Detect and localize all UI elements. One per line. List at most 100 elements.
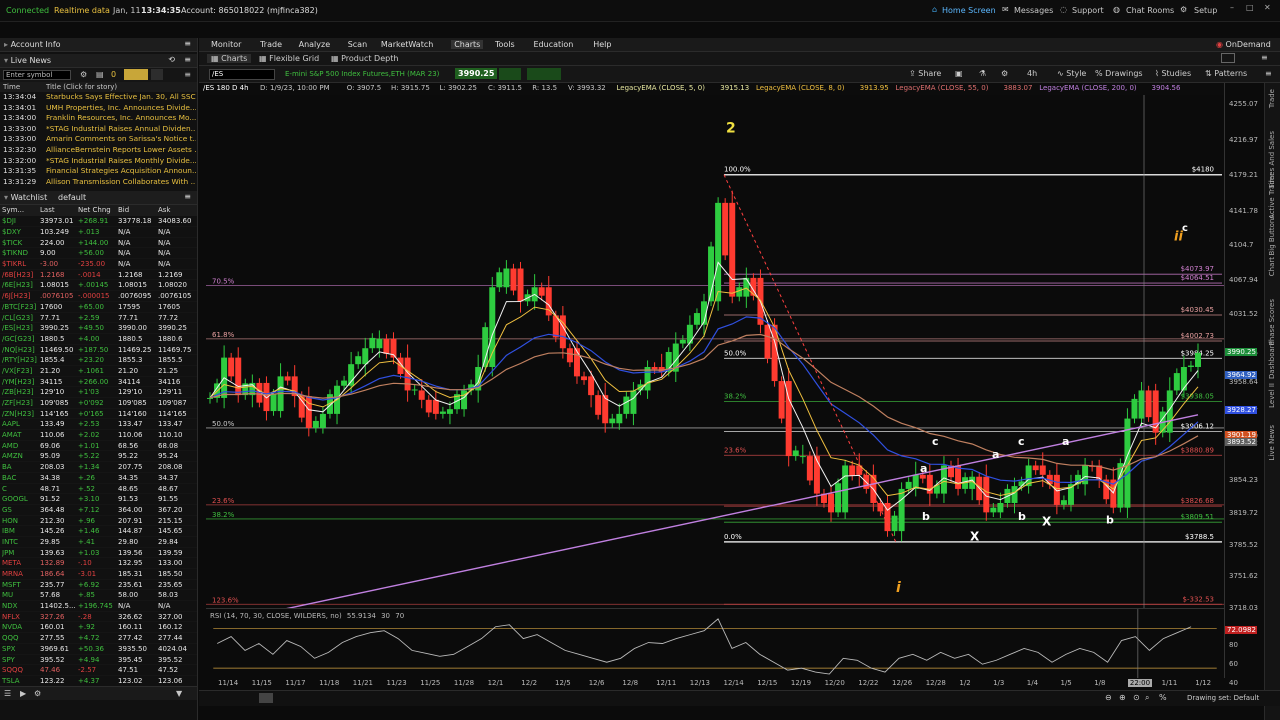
wave-label[interactable]: a: [1062, 435, 1069, 448]
support-link[interactable]: Support: [1072, 6, 1104, 15]
news-col-time[interactable]: Time: [3, 83, 20, 91]
candle[interactable]: [651, 366, 658, 370]
candle[interactable]: [376, 338, 383, 349]
watchlist-row[interactable]: NVDA 160.01 +.92 160.11 160.12: [0, 622, 197, 634]
candle[interactable]: [1124, 418, 1131, 508]
wave-label[interactable]: b: [1018, 510, 1026, 523]
rail-tab[interactable]: Level II: [1268, 383, 1276, 408]
candle[interactable]: [955, 465, 962, 489]
tab-flexible-grid[interactable]: ▦ Flexible Grid: [259, 54, 319, 63]
candle[interactable]: [446, 409, 453, 414]
candle[interactable]: [432, 399, 439, 414]
play-icon[interactable]: ▶: [20, 689, 26, 698]
watchlist-row[interactable]: JPM 139.63 +1.03 139.56 139.59: [0, 548, 197, 559]
wave-label[interactable]: 2: [726, 121, 736, 137]
watchlist-row[interactable]: $TIKND 9.00 +56.00 N/A N/A: [0, 248, 197, 260]
drawing-set-label[interactable]: Drawing set: Default: [1187, 694, 1259, 702]
candle[interactable]: [312, 420, 319, 428]
news-row[interactable]: 13:34:04 Starbucks Says Effective Jan. 30…: [0, 92, 197, 103]
candle[interactable]: [1011, 486, 1018, 503]
watchlist-row[interactable]: IBM 145.26 +1.46 144.87 145.65: [0, 526, 197, 537]
candle[interactable]: [1145, 390, 1152, 418]
candle[interactable]: [785, 381, 792, 457]
watchlist-row[interactable]: HON 212.30 +.96 207.91 215.15: [0, 516, 197, 527]
menu-icon[interactable]: ≡: [184, 70, 191, 79]
candle[interactable]: [1152, 390, 1159, 433]
wave-label[interactable]: a: [920, 462, 927, 475]
menu-icon[interactable]: ≡: [184, 192, 191, 201]
menu-education[interactable]: Education: [534, 40, 574, 49]
zoom-reset-icon[interactable]: ⌕: [1145, 693, 1149, 703]
candle[interactable]: [616, 413, 623, 424]
menu-analyze[interactable]: Analyze: [299, 40, 331, 49]
watchlist-row[interactable]: /ES[H23] 3990.25 +49.50 3990.00 3990.25: [0, 323, 197, 334]
wave-label[interactable]: c: [1018, 435, 1025, 448]
candle[interactable]: [284, 376, 291, 381]
candle[interactable]: [898, 488, 905, 532]
watchlist-row[interactable]: C 48.71 +.52 48.65 48.67: [0, 484, 197, 495]
menu-help[interactable]: Help: [593, 40, 611, 49]
watchlist-row[interactable]: GOOGL 91.52 +3.10 91.53 91.55: [0, 494, 197, 505]
zoom-in-icon[interactable]: ⊕: [1119, 693, 1126, 702]
watchlist-col-4[interactable]: Ask: [158, 206, 171, 214]
share-button[interactable]: ⇪ Share: [909, 69, 941, 78]
watchlist-row[interactable]: GS 364.48 +7.12 364.00 367.20: [0, 505, 197, 516]
gear-icon[interactable]: ⚙: [1001, 69, 1008, 78]
watchlist-row[interactable]: AMD 69.06 +1.01 68.56 68.08: [0, 441, 197, 452]
menu-trade[interactable]: Trade: [260, 40, 282, 49]
percent-icon[interactable]: %: [1159, 693, 1167, 702]
candle[interactable]: [489, 287, 496, 367]
candle[interactable]: [1195, 352, 1201, 367]
wave-label[interactable]: X: [1042, 514, 1052, 528]
news-col-title[interactable]: Title (Click for story): [46, 83, 117, 91]
watchlist-row[interactable]: /ZF[H23] 109'085 +0'092 109'085 109'087: [0, 398, 197, 409]
chat-rooms-link[interactable]: Chat Rooms: [1126, 6, 1174, 15]
watchlist-row[interactable]: MSFT 235.77 +6.92 235.61 235.65: [0, 580, 197, 591]
support-icon[interactable]: ◌: [1060, 5, 1067, 14]
watchlist-row[interactable]: INTC 29.85 +.41 29.80 29.84: [0, 537, 197, 548]
flask-icon[interactable]: ⚗: [979, 69, 986, 78]
account-info-header[interactable]: ▸ Account Info ≡: [0, 38, 197, 52]
scroll-handle[interactable]: [259, 693, 273, 703]
ondemand-button[interactable]: ◉ OnDemand: [1216, 40, 1271, 49]
patterns-button[interactable]: ⇅ Patterns: [1205, 69, 1247, 78]
watchlist-row[interactable]: /6J[H23] .0076105 -.000015 .0076095 .0076105: [0, 291, 197, 302]
gear-icon[interactable]: ⚙: [1180, 5, 1187, 14]
menu-monitor[interactable]: Monitor: [211, 40, 241, 49]
rail-tab[interactable]: Trade: [1268, 89, 1276, 108]
studies-button[interactable]: ⌇ Studies: [1155, 69, 1191, 78]
tab-charts[interactable]: ▦ Charts: [207, 54, 252, 63]
watchlist-row[interactable]: SPX 3969.61 +50.36 3935.50 4024.04: [0, 644, 197, 655]
watchlist-header[interactable]: ▾ Watchlist default ≡: [0, 191, 197, 206]
candle[interactable]: [686, 324, 693, 344]
candle[interactable]: [263, 382, 270, 412]
watchlist-row[interactable]: $TICK 224.00 +144.00 N/A N/A: [0, 238, 197, 249]
candle[interactable]: [510, 268, 517, 291]
wave-label[interactable]: c: [1182, 223, 1188, 234]
zoom-out-icon[interactable]: ⊖: [1105, 693, 1112, 702]
chat-icon[interactable]: ◍: [1113, 5, 1120, 14]
home-icon[interactable]: ⌂: [932, 5, 937, 14]
watchlist-name-select[interactable]: default: [58, 193, 86, 202]
candle[interactable]: [849, 465, 856, 476]
watchlist-row[interactable]: /CL[G23] 77.71 +2.59 77.71 77.72: [0, 313, 197, 324]
candle[interactable]: [990, 507, 997, 513]
watchlist-row[interactable]: AMAT 110.06 +2.02 110.06 110.10: [0, 430, 197, 441]
watchlist-row[interactable]: $DJI 33973.01 +268.91 33778.18 34083.60: [0, 216, 197, 228]
watchlist-row[interactable]: QQQ 277.55 +4.72 277.42 277.44: [0, 633, 197, 644]
candle[interactable]: [806, 456, 813, 481]
candle[interactable]: [1131, 398, 1138, 419]
candle[interactable]: [355, 356, 362, 365]
style-button[interactable]: ∿ Style: [1057, 69, 1086, 78]
candle[interactable]: [630, 390, 637, 414]
watchlist-row[interactable]: AMZN 95.09 +5.22 95.22 95.24: [0, 451, 197, 463]
layout-icon[interactable]: [1221, 53, 1235, 63]
candle[interactable]: [828, 493, 835, 513]
news-row[interactable]: 13:34:01 UMH Properties, Inc. Announces D…: [0, 103, 197, 114]
watchlist-row[interactable]: /VX[F23] 21.20 +.1061 21.20 21.25: [0, 366, 197, 377]
news-row[interactable]: 13:31:35 Financial Strategies Acquisition…: [0, 166, 197, 177]
candle[interactable]: [1039, 465, 1046, 475]
minimize-icon[interactable]: –: [1230, 3, 1234, 12]
news-row[interactable]: 13:31:29 Allison Transmission Collaborate…: [0, 177, 197, 188]
candle[interactable]: [319, 413, 326, 428]
